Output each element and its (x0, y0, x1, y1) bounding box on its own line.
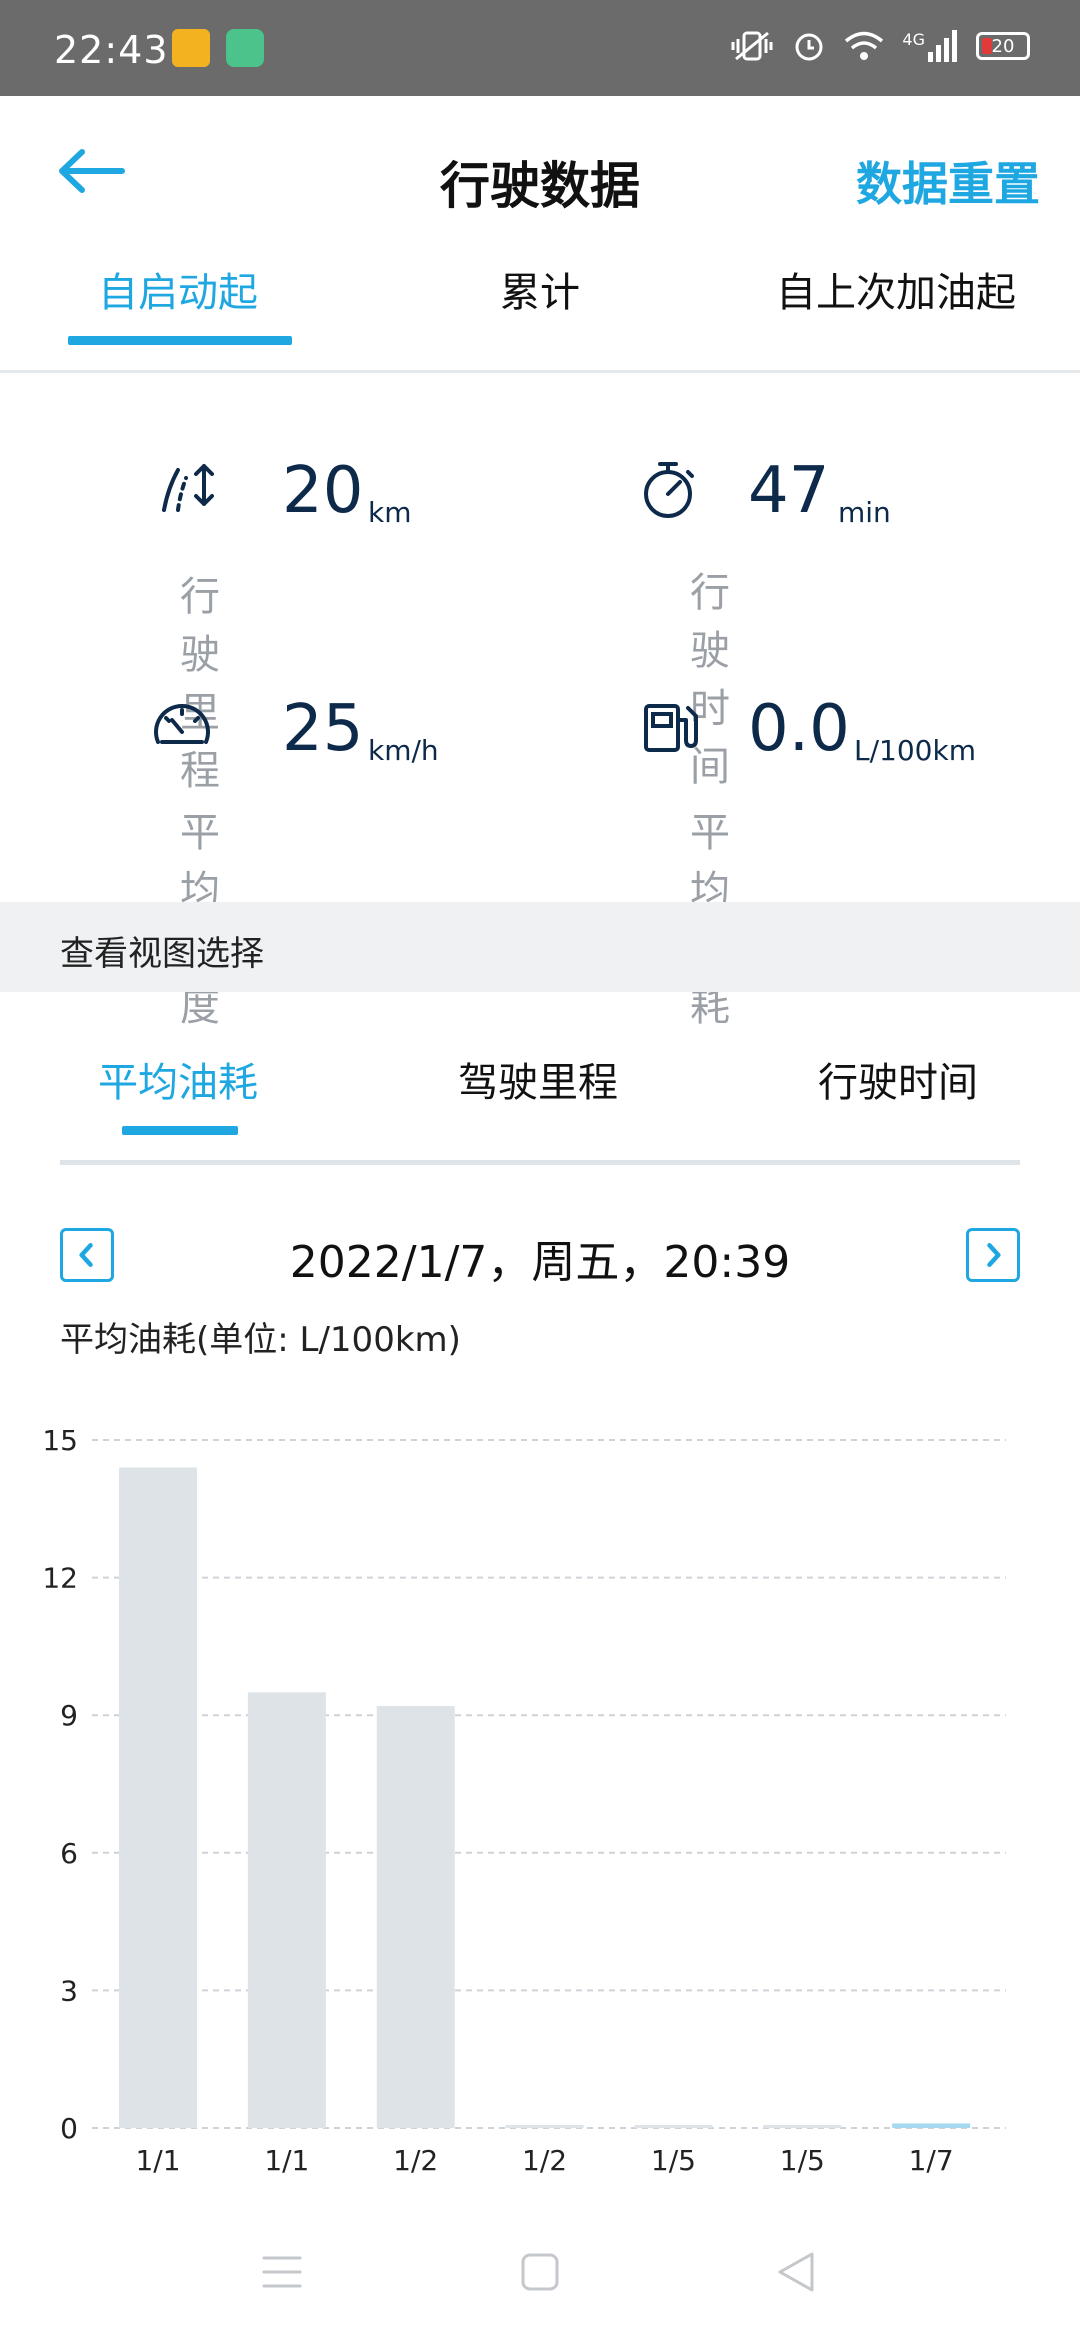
bar[interactable] (505, 2125, 584, 2128)
app-icon (226, 29, 264, 67)
status-bar: 22:43 4G 20 (0, 0, 1080, 96)
battery-icon: 20 (976, 32, 1030, 60)
bar[interactable] (119, 1467, 197, 2128)
wifi-icon (845, 31, 884, 60)
x-tick-label: 1/7 (909, 2144, 954, 2177)
fuel-unit: L/100km (854, 734, 976, 767)
tab-since-refuel[interactable]: 自上次加油起 (776, 260, 1016, 318)
speed-unit: km/h (368, 734, 439, 767)
vibrate-icon (731, 31, 773, 61)
x-tick-label: 1/5 (651, 2144, 696, 2177)
section-title: 查看视图选择 (60, 934, 264, 974)
y-tick-label: 15 (42, 1424, 78, 1457)
top-tabs: 自启动起 累计 自上次加油起 (0, 250, 1080, 370)
back-nav-icon[interactable] (776, 2250, 816, 2294)
divider (60, 1160, 1020, 1165)
date-label: 2022/1/7，周五，20:39 (289, 1237, 791, 1288)
bar[interactable] (763, 2125, 842, 2128)
y-tick-label: 3 (60, 1974, 78, 2007)
signal-icon (928, 30, 957, 62)
tab-since-start[interactable]: 自启动起 (98, 260, 258, 318)
home-icon[interactable] (520, 2252, 560, 2292)
y-tick-label: 0 (60, 2112, 78, 2145)
x-tick-label: 1/2 (522, 2144, 567, 2177)
divider (0, 370, 1080, 373)
stopwatch-icon (644, 462, 694, 518)
distance-icon (162, 464, 214, 512)
bar[interactable] (892, 2123, 971, 2128)
distance-label: 行驶里程 (180, 574, 220, 794)
menu-icon[interactable] (262, 2254, 302, 2290)
chart-title: 平均油耗(单位: L/100km) (60, 1320, 461, 1360)
fuel-value: 0.0 (748, 692, 850, 766)
speed-value: 25 (282, 692, 364, 766)
tab-cumulative[interactable]: 累计 (500, 260, 580, 318)
bar[interactable] (247, 1692, 326, 2128)
y-tick-label: 12 (42, 1562, 78, 1595)
x-tick-label: 1/2 (393, 2144, 438, 2177)
network-type: 4G (902, 30, 925, 49)
time-value: 47 (748, 454, 830, 528)
bar[interactable] (634, 2125, 713, 2128)
tab-driving-time[interactable]: 行驶时间 (818, 1050, 978, 1108)
status-time: 22:43 (54, 28, 169, 72)
view-selection-header: 查看视图选择 (0, 902, 1080, 992)
system-nav-bar (0, 2220, 1080, 2330)
bar[interactable] (376, 1706, 455, 2128)
distance-unit: km (368, 496, 412, 529)
app-header: 行驶数据 数据重置 (0, 96, 1080, 266)
tab-avg-fuel[interactable]: 平均油耗 (98, 1050, 258, 1108)
x-tick-label: 1/5 (780, 2144, 825, 2177)
time-unit: min (838, 496, 891, 529)
status-icons: 4G 20 (730, 29, 1030, 63)
car-app-icon (172, 29, 210, 67)
active-tab-indicator (68, 336, 292, 345)
y-tick-label: 9 (60, 1699, 78, 1732)
reset-data-button[interactable]: 数据重置 (856, 148, 1040, 214)
speedometer-icon (154, 704, 210, 744)
tab-driving-distance[interactable]: 驾驶里程 (458, 1050, 618, 1108)
active-chart-tab-indicator (122, 1126, 238, 1135)
next-date-button[interactable] (966, 1228, 1020, 1282)
alarm-icon (795, 33, 823, 61)
distance-value: 20 (282, 454, 364, 528)
x-tick-label: 1/1 (264, 2144, 309, 2177)
fuel-icon (644, 704, 698, 752)
x-tick-label: 1/1 (135, 2144, 180, 2177)
y-tick-label: 6 (60, 1837, 78, 1870)
fuel-consumption-chart: 0 3 6 9 12 15 1/1 1/1 1/2 1/2 1/5 1/5 1/7 (42, 1424, 1006, 2177)
